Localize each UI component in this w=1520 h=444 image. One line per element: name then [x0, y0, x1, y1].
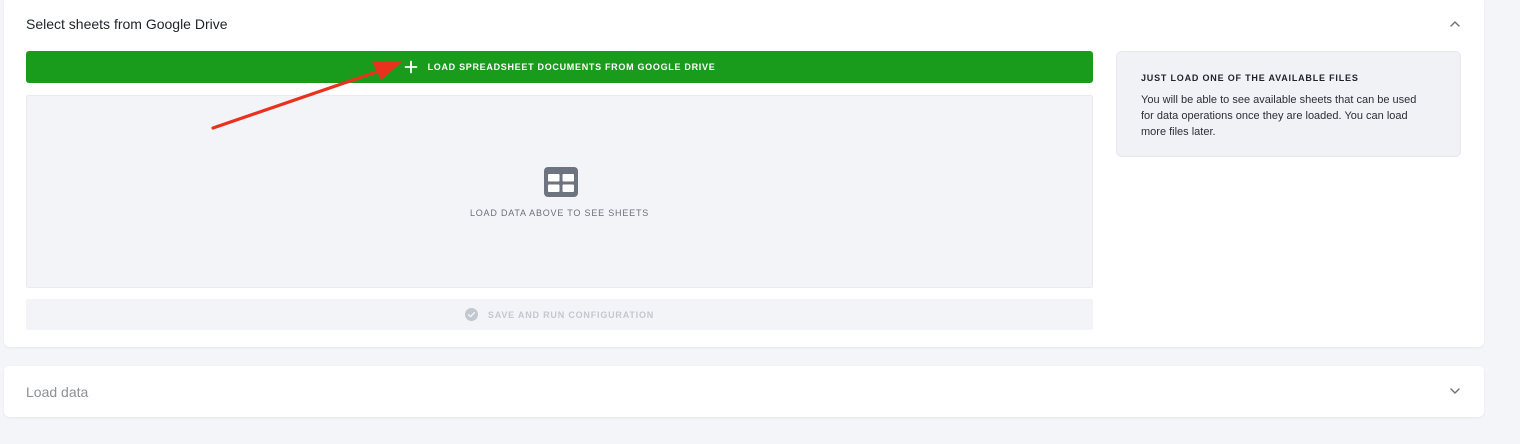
section-title: Load data	[26, 384, 89, 400]
select-sheets-panel: Select sheets from Google Drive LOAD SPR…	[4, 0, 1484, 347]
chevron-down-icon[interactable]	[1448, 384, 1462, 398]
info-title: JUST LOAD ONE OF THE AVAILABLE FILES	[1141, 73, 1359, 83]
section-title: Select sheets from Google Drive	[26, 16, 228, 32]
table-icon	[544, 167, 578, 197]
load-spreadsheets-button[interactable]: LOAD SPREADSHEET DOCUMENTS FROM GOOGLE D…	[26, 51, 1093, 83]
save-and-run-button[interactable]: SAVE AND RUN CONFIGURATION	[26, 299, 1093, 330]
sheets-placeholder: LOAD DATA ABOVE TO SEE SHEETS	[26, 95, 1093, 288]
save-button-label: SAVE AND RUN CONFIGURATION	[487, 309, 655, 320]
empty-sheets-text: LOAD DATA ABOVE TO SEE SHEETS	[469, 208, 650, 218]
info-box: JUST LOAD ONE OF THE AVAILABLE FILES You…	[1116, 51, 1461, 157]
check-circle-icon	[464, 308, 478, 321]
info-body: You will be able to see available sheets…	[1141, 94, 1417, 138]
load-button-label: LOAD SPREADSHEET DOCUMENTS FROM GOOGLE D…	[427, 62, 716, 72]
plus-icon	[404, 60, 418, 74]
load-data-panel[interactable]: Load data	[4, 366, 1484, 417]
chevron-up-icon[interactable]	[1448, 17, 1462, 31]
